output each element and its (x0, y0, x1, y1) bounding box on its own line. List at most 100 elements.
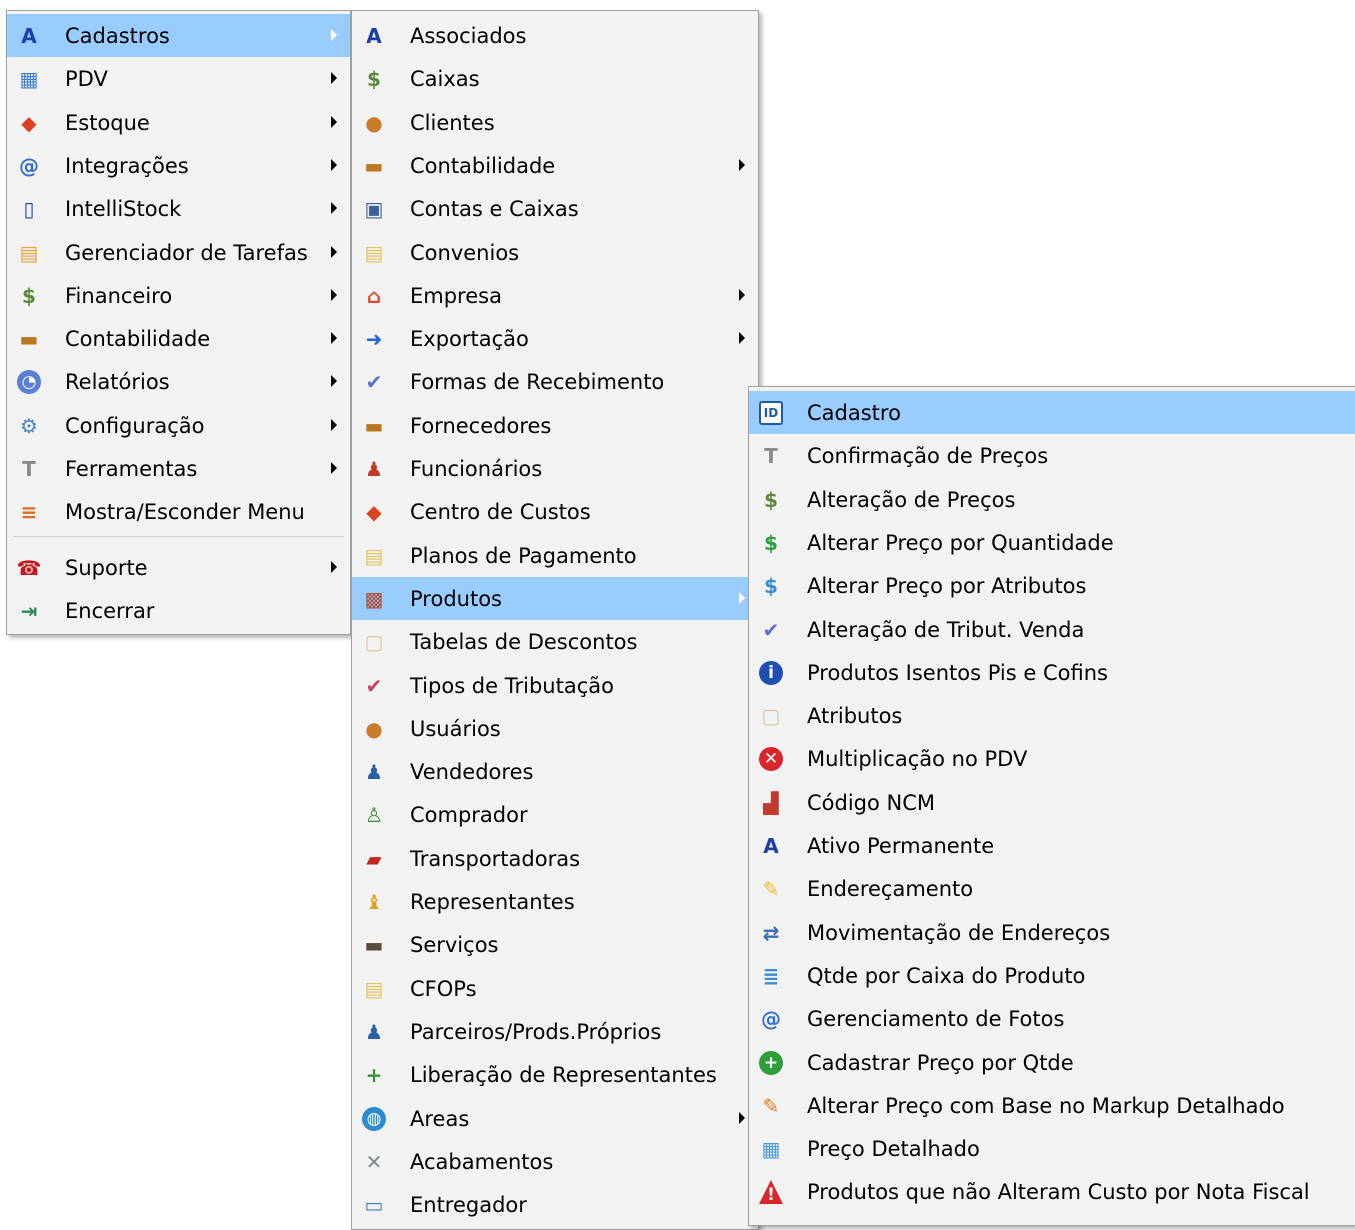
cadastros-menu-item-servicos[interactable]: ▬ Serviços (352, 923, 758, 966)
cadastros-menu-item-label: Exportação (410, 327, 529, 351)
produtos-menu-item-label: Qtde por Caixa do Produto (807, 964, 1086, 988)
produtos-menu-item-produtos-que-nao-alteram-custo-por-nota-fiscal[interactable]: ! Produtos que não Alteram Custo por Nota… (749, 1170, 1355, 1213)
cadastros-menu-item-convenios[interactable]: ▤ Convenios (352, 231, 758, 274)
main-menu-item-encerrar[interactable]: ⇥ Encerrar (7, 589, 350, 632)
produtos-menu-item-label: Movimentação de Endereços (807, 921, 1111, 945)
cadastros-menu-item-cfops[interactable]: ▤ CFOPs (352, 967, 758, 1010)
delivery-icon: ▭ (364, 1193, 384, 1217)
cadastros-menu-item-formas-de-recebimento[interactable]: ✔ Formas de Recebimento (352, 360, 758, 403)
produtos-menu-item-alterar-preco-com-base-no-markup-detalhado[interactable]: ✎ Alterar Preço com Base no Markup Detalh… (749, 1084, 1355, 1127)
produtos-menu-item-confirmacao-de-precos[interactable]: T Confirmação de Preços (749, 434, 1355, 477)
submenu-arrow-icon (331, 561, 337, 573)
cadastros-menu-item-funcionarios[interactable]: ♟ Funcionários (352, 447, 758, 490)
produtos-menu-item-preco-detalhado[interactable]: ▦ Preço Detalhado (749, 1127, 1355, 1170)
cadastros-menu-item-caixas[interactable]: $ Caixas (352, 57, 758, 100)
check-payment-icon: ✔ (365, 370, 383, 394)
id-card-icon: ID (759, 401, 783, 425)
hammer-icon: T (22, 457, 36, 481)
cadastros-menu-item-contabilidade[interactable]: ▬ Contabilidade (352, 144, 758, 187)
main-menu-item-gerenciador-de-tarefas[interactable]: ▤ Gerenciador de Tarefas (7, 231, 350, 274)
main-menu-item-pdv[interactable]: ▦ PDV (7, 57, 350, 100)
workers-icon: ♟ (365, 457, 383, 481)
cadastros-menu-item-tipos-de-tributacao[interactable]: ✔ Tipos de Tributação (352, 664, 758, 707)
product-box-icon: ▩ (364, 587, 384, 611)
salesman-icon: ♟ (365, 1020, 383, 1044)
main-menu-item-configuracao[interactable]: ⚙ Configuração (7, 404, 350, 447)
cadastros-menu-item-vendedores[interactable]: ♟ Vendedores (352, 750, 758, 793)
submenu-arrow-icon (331, 29, 337, 41)
main-menu-item-financeiro[interactable]: $ Financeiro (7, 274, 350, 317)
produtos-menu-item-label: Alteração de Tribut. Venda (807, 618, 1085, 642)
produtos-menu-item-alteracao-de-tribut-venda[interactable]: ✔ Alteração de Tribut. Venda (749, 608, 1355, 651)
accounts-icon: ▣ (364, 197, 384, 221)
main-menu-item-estoque[interactable]: ◆ Estoque (7, 101, 350, 144)
warning-icon: ! (759, 1180, 783, 1204)
main-menu-item-intellistock[interactable]: ▯ IntelliStock (7, 187, 350, 230)
produtos-submenu: ID Cadastro T Confirmação de Preços $ Alteraç… (748, 386, 1355, 1226)
cadastros-menu-item-planos-de-pagamento[interactable]: ▤ Planos de Pagamento (352, 534, 758, 577)
submenu-arrow-icon (331, 375, 337, 387)
submenu-arrow-icon (739, 1112, 745, 1124)
cadastros-menu-item-representantes[interactable]: ♝ Representantes (352, 880, 758, 923)
submenu-arrow-icon (331, 72, 337, 84)
main-menu-item-relatorios[interactable]: ◔ Relatórios (7, 360, 350, 403)
cadastros-menu-item-exportacao[interactable]: ➜ Exportação (352, 317, 758, 360)
cadastros-menu-item-tabelas-de-descontos[interactable]: ▢ Tabelas de Descontos (352, 620, 758, 663)
main-menu-item-integracoes[interactable]: @ Integrações (7, 144, 350, 187)
salesman-icon: ♟ (365, 760, 383, 784)
user-add-icon: + (365, 1063, 383, 1087)
produtos-menu-item-qtde-por-caixa-do-produto[interactable]: ≣ Qtde por Caixa do Produto (749, 954, 1355, 997)
cadastros-menu-item-transportadoras[interactable]: ▰ Transportadoras (352, 837, 758, 880)
cadastros-menu-item-associados[interactable]: A Associados (352, 14, 758, 57)
produtos-menu-item-alterar-preco-por-quantidade[interactable]: $ Alterar Preço por Quantidade (749, 521, 1355, 564)
main-menu-item-contabilidade[interactable]: ▬ Contabilidade (7, 317, 350, 360)
main-menu-item-mostra-esconder-menu[interactable]: ≡ Mostra/Esconder Menu (7, 490, 350, 533)
cadastros-menu-item-label: Planos de Pagamento (410, 544, 637, 568)
move-icon: ⇄ (762, 921, 780, 945)
cadastros-menu-item-contas-e-caixas[interactable]: ▣ Contas e Caixas (352, 187, 758, 230)
produtos-menu-item-label: Alterar Preço por Quantidade (807, 531, 1114, 555)
cadastros-menu-item-clientes[interactable]: ● Clientes (352, 101, 758, 144)
plus-circle-icon: + (759, 1051, 783, 1075)
cadastros-menu-item-empresa[interactable]: ⌂ Empresa (352, 274, 758, 317)
produtos-menu-item-alteracao-de-precos[interactable]: $ Alteração de Preços (749, 478, 1355, 521)
produtos-menu-item-cadastro[interactable]: ID Cadastro (749, 391, 1355, 434)
produtos-menu-item-ativo-permanente[interactable]: A Ativo Permanente (749, 824, 1355, 867)
cadastros-menu-item-comprador[interactable]: ♙ Comprador (352, 793, 758, 836)
main-menu-item-suporte[interactable]: ☎ Suporte (7, 546, 350, 589)
produtos-menu-item-cadastrar-preco-por-qtde[interactable]: + Cadastrar Preço por Qtde (749, 1041, 1355, 1084)
cadastros-menu-item-liberacao-de-representantes[interactable]: + Liberação de Representantes (352, 1053, 758, 1096)
cadastros-menu-item-entregador[interactable]: ▭ Entregador (352, 1183, 758, 1226)
cash-register-icon: ▦ (19, 67, 39, 91)
produtos-menu-item-enderecamento[interactable]: ✎ Endereçamento (749, 867, 1355, 910)
cadastros-menu-item-areas[interactable]: ◍ Areas (352, 1097, 758, 1140)
produtos-menu-item-multiplicacao-no-pdv[interactable]: ✕ Multiplicação no PDV (749, 737, 1355, 780)
cadastros-menu-item-label: Fornecedores (410, 414, 552, 438)
truck-icon: ▰ (366, 847, 382, 871)
cadastros-menu-item-label: Parceiros/Prods.Próprios (410, 1020, 662, 1044)
money-bag-icon: $ (22, 284, 36, 308)
cadastros-menu-item-centro-de-custos[interactable]: ◆ Centro de Custos (352, 490, 758, 533)
cadastros-menu-item-label: Comprador (410, 803, 528, 827)
cadastros-menu-item-fornecedores[interactable]: ▬ Fornecedores (352, 404, 758, 447)
submenu-arrow-icon (739, 592, 745, 604)
cadastros-menu-item-acabamentos[interactable]: ✕ Acabamentos (352, 1140, 758, 1183)
cadastros-menu-item-produtos[interactable]: ▩ Produtos (352, 577, 758, 620)
produtos-menu-item-gerenciamento-de-fotos[interactable]: @ Gerenciamento de Fotos (749, 997, 1355, 1040)
main-menu-item-cadastros[interactable]: A Cadastros (7, 14, 350, 57)
produtos-menu-item-produtos-isentos-pis-e-cofins[interactable]: i Produtos Isentos Pis e Cofins (749, 651, 1355, 694)
cadastros-menu-item-label: Contabilidade (410, 154, 556, 178)
at-sign-icon: @ (19, 154, 39, 178)
produtos-menu-item-atributos[interactable]: ▢ Atributos (749, 694, 1355, 737)
produtos-menu-item-movimentacao-de-enderecos[interactable]: ⇄ Movimentação de Endereços (749, 911, 1355, 954)
cadastros-menu-item-label: Areas (410, 1107, 470, 1131)
main-menu-item-ferramentas[interactable]: T Ferramentas (7, 447, 350, 490)
cadastros-menu-item-label: Transportadoras (410, 847, 581, 871)
main-menu-item-label: Cadastros (65, 24, 170, 48)
main-menu-item-label: Relatórios (65, 370, 170, 394)
cadastros-menu-item-parceiros-prods-proprios[interactable]: ♟ Parceiros/Prods.Próprios (352, 1010, 758, 1053)
main-menu-item-label: Financeiro (65, 284, 173, 308)
cadastros-menu-item-usuarios[interactable]: ● Usuários (352, 707, 758, 750)
produtos-menu-item-codigo-ncm[interactable]: ▟ Código NCM (749, 781, 1355, 824)
produtos-menu-item-alterar-preco-por-atributos[interactable]: $ Alterar Preço por Atributos (749, 564, 1355, 607)
